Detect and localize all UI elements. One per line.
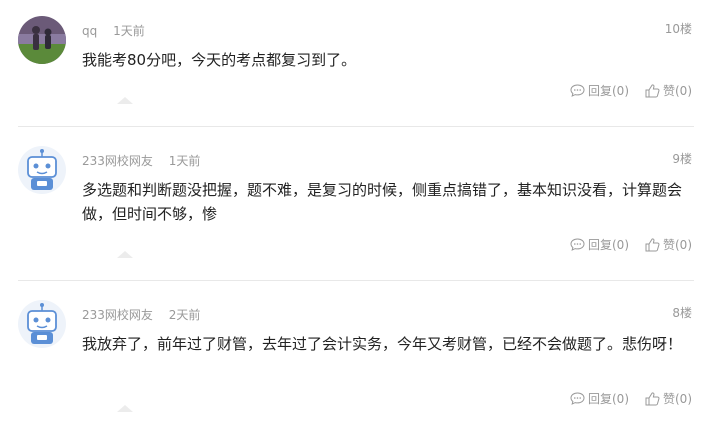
- thumbs-up-icon: [645, 83, 660, 97]
- avatar[interactable]: [18, 16, 66, 64]
- comment-actions: 回复(0) 赞(0): [570, 390, 692, 407]
- avatar[interactable]: [18, 300, 66, 348]
- reply-button[interactable]: 回复(0): [570, 82, 629, 99]
- username[interactable]: qq: [82, 24, 97, 38]
- chat-bubble-icon: [570, 392, 585, 405]
- post-time: 2天前: [168, 308, 201, 322]
- post-time: 1天前: [113, 24, 145, 38]
- robot-avatar-icon: [18, 300, 66, 348]
- floor-number: 10楼: [664, 22, 692, 36]
- divider: [18, 280, 694, 281]
- like-label: 赞(0): [663, 84, 692, 98]
- comment-meta: qq 1天前: [82, 22, 145, 39]
- reply-label: 回复(0): [588, 392, 629, 406]
- avatar[interactable]: [18, 146, 66, 194]
- robot-avatar-icon: [18, 146, 66, 194]
- comment-meta: 233网校网友 1天前: [82, 152, 200, 169]
- floor-number: 9楼: [672, 152, 692, 166]
- chat-bubble-icon: [570, 238, 585, 251]
- like-label: 赞(0): [663, 238, 692, 252]
- reply-arrow: [117, 251, 133, 258]
- like-label: 赞(0): [663, 392, 692, 406]
- reply-button[interactable]: 回复(0): [570, 236, 629, 253]
- username[interactable]: 233网校网友: [82, 154, 153, 168]
- reply-arrow: [117, 405, 133, 412]
- photo-avatar-icon: [18, 16, 66, 64]
- comment-text: 我能考80分吧，今天的考点都复习到了。: [82, 51, 357, 69]
- post-time: 1天前: [168, 154, 201, 168]
- comment-text: 多选题和判断题没把握，题不难，是复习的时候，侧重点搞错了，基本知识没看，计算题会…: [82, 181, 683, 223]
- thumbs-up-icon: [645, 391, 660, 405]
- comment-text: 我放弃了，前年过了财管，去年过了会计实务，今年又考财管，已经不会做题了。悲伤呀！: [82, 335, 683, 353]
- reply-label: 回复(0): [588, 84, 629, 98]
- like-button[interactable]: 赞(0): [645, 390, 692, 407]
- comment-meta: 233网校网友 2天前: [82, 306, 200, 323]
- username[interactable]: 233网校网友: [82, 308, 153, 322]
- floor-number: 8楼: [672, 306, 692, 320]
- like-button[interactable]: 赞(0): [645, 236, 692, 253]
- chat-bubble-icon: [570, 84, 585, 97]
- comment-actions: 回复(0) 赞(0): [570, 82, 692, 99]
- like-button[interactable]: 赞(0): [645, 82, 692, 99]
- divider: [18, 126, 694, 127]
- reply-button[interactable]: 回复(0): [570, 390, 629, 407]
- reply-label: 回复(0): [588, 238, 629, 252]
- comment-actions: 回复(0) 赞(0): [570, 236, 692, 253]
- reply-arrow: [117, 97, 133, 104]
- thumbs-up-icon: [645, 237, 660, 251]
